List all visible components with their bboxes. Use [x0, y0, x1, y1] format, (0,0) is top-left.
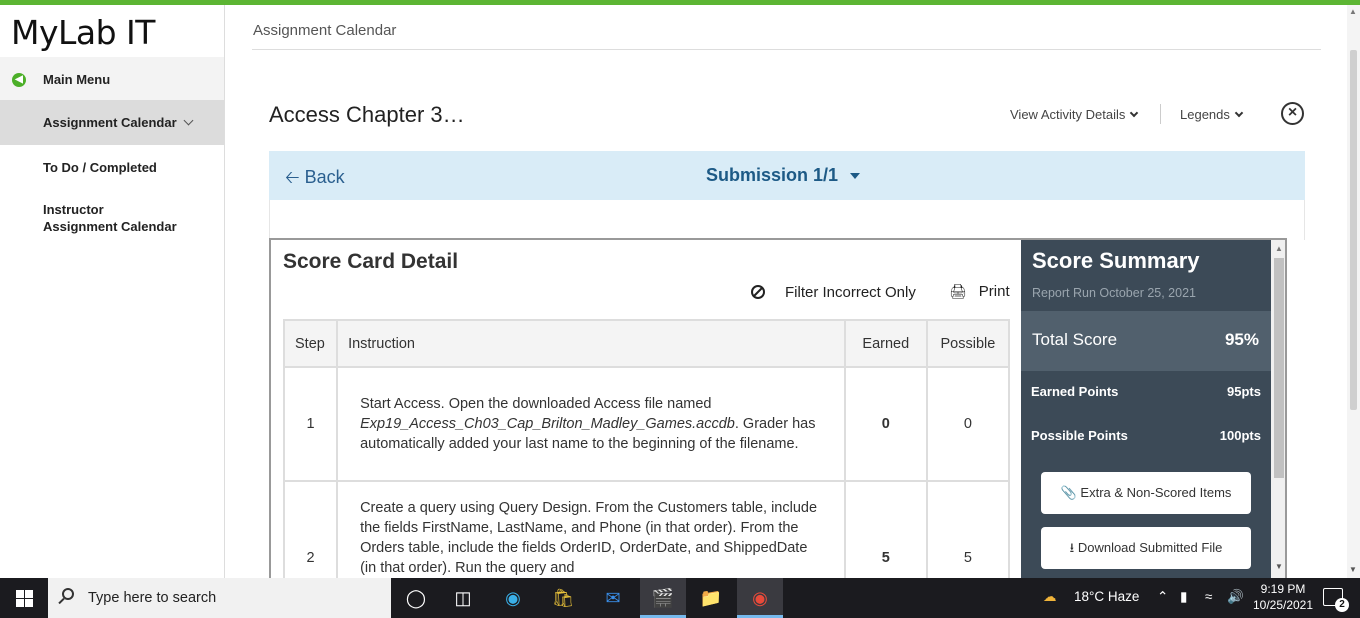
cortana-icon[interactable]: ◯ [393, 578, 439, 618]
divider [252, 49, 1321, 50]
caret-down-icon [850, 173, 861, 179]
table-row: 1 Start Access. Open the downloaded Acce… [282, 366, 1011, 482]
page-scrollbar[interactable]: ▲ ▼ [1347, 5, 1360, 578]
scroll-up-icon[interactable]: ▲ [1275, 244, 1283, 253]
chevron-down-icon [183, 115, 194, 126]
sidebar-item-label: Assignment Calendar [43, 219, 177, 234]
back-button[interactable]: 🡠 Back [285, 165, 345, 195]
notification-icon[interactable]: 2 [1323, 588, 1349, 612]
arrow-left-icon: 🡠 [285, 167, 300, 187]
clock-time: 9:19 PM [1260, 582, 1306, 596]
earned-points: Earned Points 95pts [1031, 384, 1261, 399]
sidebar-item-label: To Do / Completed [43, 160, 157, 175]
table-row: 2 Create a query using Query Design. Fro… [282, 480, 1011, 578]
scroll-down-icon[interactable]: ▼ [1349, 565, 1357, 574]
step-number: 2 [282, 480, 339, 578]
sidebar-item-todo-completed[interactable]: To Do / Completed [0, 145, 224, 190]
mail-icon[interactable]: ✉ [590, 578, 636, 618]
weather-icon[interactable]: ☁ [1043, 589, 1057, 605]
chevron-down-icon [1234, 108, 1244, 118]
scrollbar-thumb[interactable] [1274, 258, 1284, 478]
battery-icon[interactable]: ▮ [1180, 589, 1187, 605]
volume-icon[interactable]: 🔊 [1227, 589, 1244, 605]
column-header-earned: Earned [843, 319, 928, 368]
paperclip-icon: 📎 [1060, 485, 1077, 500]
report-run-date: Report Run October 25, 2021 [1032, 286, 1196, 300]
score-card-panel: Score Card Detail Filter Incorrect Only … [269, 238, 1287, 578]
score-summary-title: Score Summary [1032, 248, 1200, 273]
extra-non-scored-button[interactable]: 📎 Extra & Non-Scored Items [1041, 472, 1251, 514]
content-spacer [269, 200, 1305, 240]
close-icon[interactable]: × [1281, 102, 1304, 125]
total-score-value: 95% [1224, 330, 1259, 349]
search-icon [62, 588, 74, 600]
chevron-up-icon[interactable]: ⌃ [1157, 589, 1168, 605]
table-header-row: Step Instruction Earned Possible [282, 319, 1011, 368]
search-placeholder: Type here to search [88, 590, 217, 606]
file-explorer-icon[interactable]: 📁 [688, 578, 734, 618]
clock[interactable]: 9:19 PM 10/25/2021 [1252, 581, 1314, 613]
taskbar-search[interactable]: Type here to search [48, 578, 391, 618]
chrome-icon[interactable]: ◉ [737, 578, 783, 618]
page-title: Access Chapter 3… [269, 102, 465, 127]
sidebar-item-assignment-calendar[interactable]: Assignment Calendar [0, 100, 224, 145]
printer-icon: 🖨 [949, 283, 967, 299]
step-earned: 5 [843, 480, 928, 578]
sidebar-item-label: Instructor [43, 202, 104, 217]
task-view-icon[interactable]: ◫ [440, 578, 486, 618]
breadcrumb: Assignment Calendar [253, 22, 397, 39]
divider [1160, 104, 1161, 124]
scroll-down-icon[interactable]: ▼ [1275, 562, 1283, 571]
possible-points: Possible Points 100pts [1031, 428, 1261, 443]
print-button[interactable]: 🖨 Print [949, 283, 1010, 300]
clock-date: 10/25/2021 [1252, 598, 1314, 612]
step-earned: 0 [843, 366, 928, 482]
filter-incorrect-toggle[interactable]: Filter Incorrect Only [751, 283, 916, 301]
legends-dropdown[interactable]: Legends [1180, 107, 1244, 122]
view-activity-details-dropdown[interactable]: View Activity Details [1010, 107, 1139, 122]
scroll-up-icon[interactable]: ▲ [1349, 7, 1357, 16]
step-instruction: Start Access. Open the downloaded Access… [336, 366, 846, 482]
sidebar: MyLab IT ◀ Main Menu Assignment Calendar… [0, 5, 225, 578]
sidebar-item-label: Main Menu [43, 72, 111, 87]
download-icon: ⭳ [1069, 540, 1075, 555]
store-icon[interactable]: 🛍 [540, 578, 586, 618]
step-number: 1 [282, 366, 339, 482]
panel-scrollbar[interactable]: ▲ ▼ [1271, 240, 1285, 578]
windows-start-icon[interactable] [16, 590, 33, 607]
sidebar-item-label: Assignment Calendar [43, 115, 177, 130]
score-summary: Score Summary Report Run October 25, 202… [1021, 240, 1271, 578]
step-instruction: Create a query using Query Design. From … [336, 480, 846, 578]
step-possible: 5 [925, 480, 1011, 578]
score-card-title: Score Card Detail [283, 250, 459, 273]
taskbar: Type here to search ◯ ◫ ◉ 🛍 ✉ 🎬 📁 ◉ ☁ 18… [0, 578, 1360, 618]
notification-badge: 2 [1335, 598, 1349, 612]
column-header-step: Step [282, 319, 339, 368]
download-submitted-file-button[interactable]: ⭳ Download Submitted File [1041, 527, 1251, 569]
submission-bar: 🡠 Back Submission 1/1 [269, 151, 1305, 200]
chevron-down-icon [1130, 108, 1139, 118]
video-editor-icon[interactable]: 🎬 [640, 578, 686, 618]
app-logo: MyLab IT [11, 13, 155, 52]
sidebar-item-instructor-calendar[interactable]: Instructor Assignment Calendar [0, 201, 224, 235]
total-score-label: Total Score [1032, 330, 1118, 349]
edge-icon[interactable]: ◉ [490, 578, 536, 618]
wifi-icon[interactable]: ≈ [1205, 589, 1212, 604]
step-possible: 0 [925, 366, 1011, 482]
back-arrow-icon: ◀ [12, 73, 26, 87]
ban-icon [751, 285, 765, 299]
score-card-table: Step Instruction Earned Possible 1 Start… [282, 319, 1011, 578]
weather-text[interactable]: 18°C Haze [1074, 589, 1139, 604]
column-header-possible: Possible [925, 319, 1011, 368]
sidebar-item-main-menu[interactable]: ◀ Main Menu [0, 57, 224, 103]
scrollbar-thumb[interactable] [1350, 50, 1357, 410]
total-score: Total Score 95% [1021, 311, 1271, 371]
column-header-instruction: Instruction [336, 319, 846, 368]
submission-dropdown[interactable]: Submission 1/1 [706, 165, 861, 186]
